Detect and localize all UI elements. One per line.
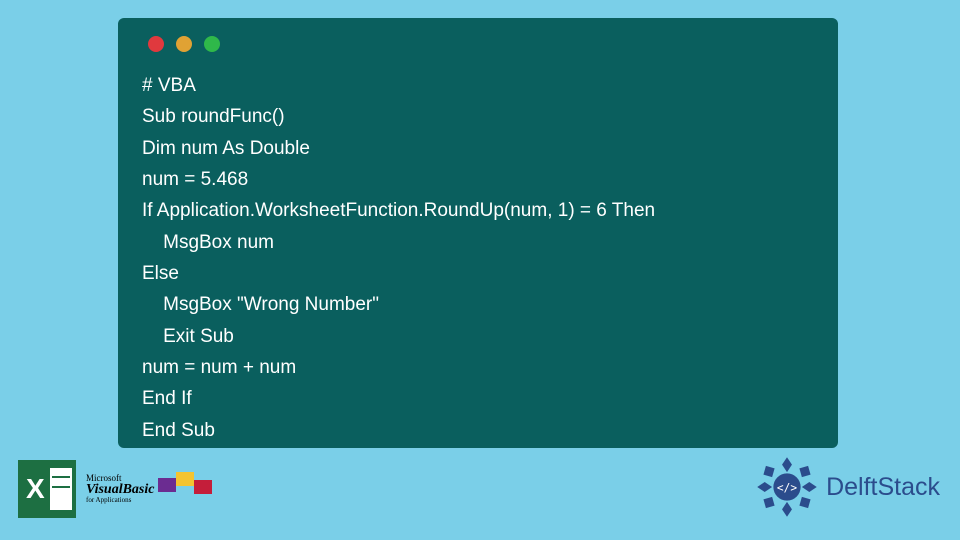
code-line: MsgBox num — [142, 232, 274, 253]
code-line: End If — [142, 388, 192, 409]
code-line: End Sub — [142, 420, 215, 441]
visual-basic-logo: Microsoft VisualBasic for Applications — [86, 474, 212, 504]
code-line: If Application.WorksheetFunction.RoundUp… — [142, 200, 655, 221]
code-line: MsgBox "Wrong Number" — [142, 294, 379, 315]
left-logo-group: Microsoft VisualBasic for Applications — [18, 460, 212, 518]
vb-logo-main: VisualBasic — [86, 483, 154, 497]
svg-text:</>: </> — [777, 481, 797, 494]
maximize-icon — [204, 36, 220, 52]
code-line: num = 5.468 — [142, 169, 248, 190]
code-line: Exit Sub — [142, 326, 234, 347]
minimize-icon — [176, 36, 192, 52]
code-line: num = num + num — [142, 357, 296, 378]
vb-logo-sub: for Applications — [86, 497, 154, 504]
code-line: Dim num As Double — [142, 138, 310, 159]
window-controls — [148, 36, 814, 52]
vb-boxes-icon — [158, 478, 212, 492]
close-icon — [148, 36, 164, 52]
code-line: # VBA — [142, 75, 196, 96]
delftstack-label: DelftStack — [826, 473, 940, 502]
code-line: Else — [142, 263, 179, 284]
code-block: # VBA Sub roundFunc() Dim num As Double … — [142, 70, 814, 446]
code-window: # VBA Sub roundFunc() Dim num As Double … — [118, 18, 838, 448]
delftstack-badge-icon: </> — [756, 456, 818, 518]
excel-icon — [18, 460, 76, 518]
right-logo-group: </> DelftStack — [756, 456, 940, 518]
code-line: Sub roundFunc() — [142, 106, 285, 127]
